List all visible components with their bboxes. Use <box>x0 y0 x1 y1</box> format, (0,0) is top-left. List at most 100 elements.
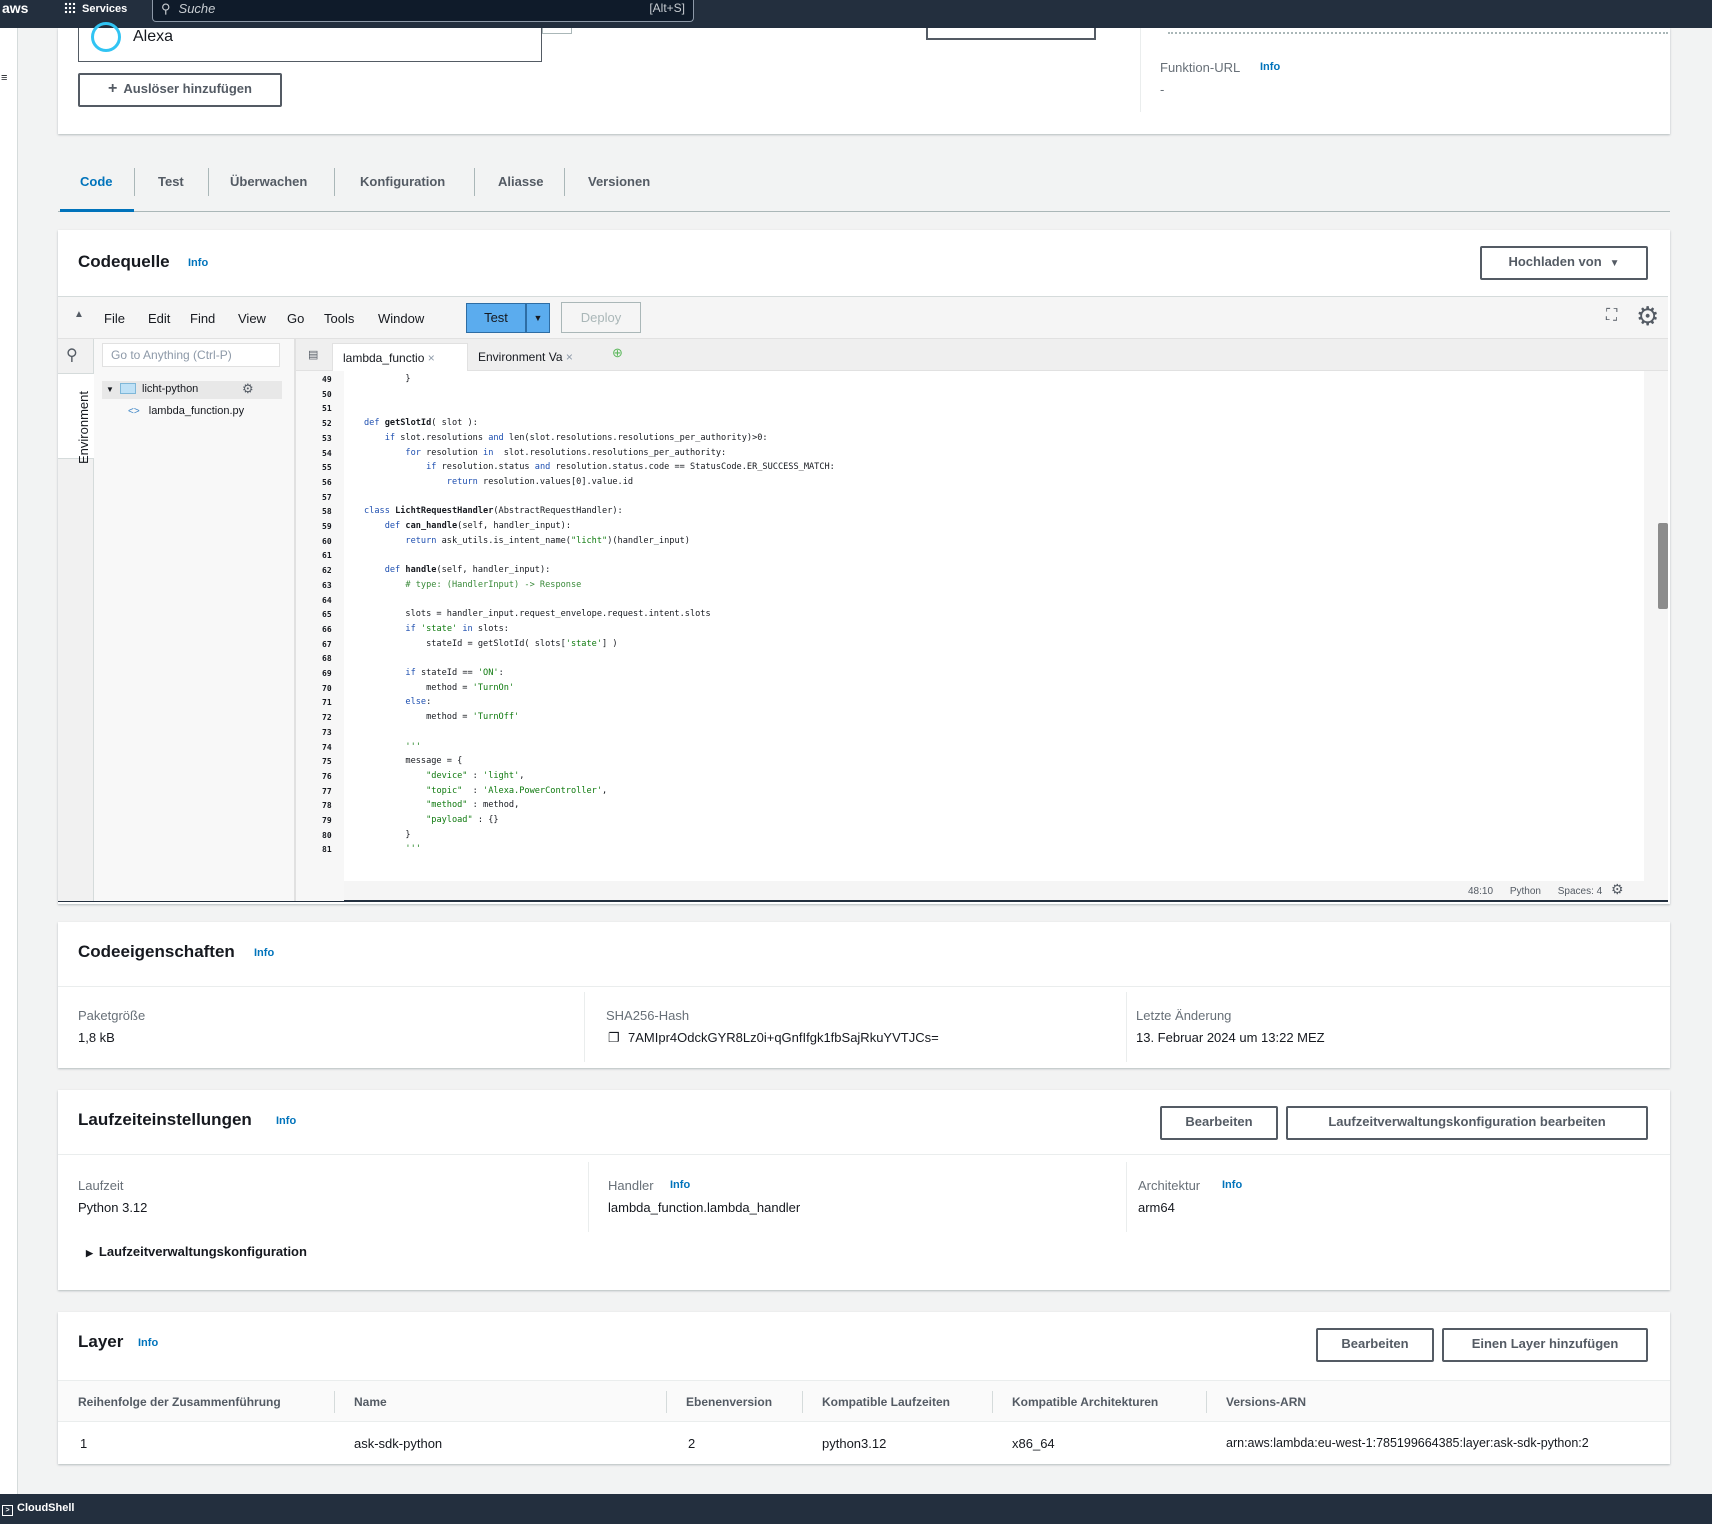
fullscreen-icon[interactable]: ⛶ <box>1606 307 1617 325</box>
search-input[interactable]: ⚲ Suche [Alt+S] <box>152 0 694 22</box>
test-button[interactable]: Test <box>466 303 526 333</box>
col-merge-order[interactable]: Reihenfolge der Zusammenführung <box>78 1395 281 1409</box>
col-compatible-architectures[interactable]: Kompatible Architekturen <box>1012 1395 1158 1409</box>
environment-side-strip: ⚲ Environment <box>58 339 94 901</box>
tab-aliases[interactable]: Aliasse <box>498 174 544 189</box>
copy-icon[interactable]: ❐ <box>608 1030 620 1046</box>
last-modified-value: 13. Februar 2024 um 13:22 MEZ <box>1136 1030 1325 1045</box>
function-url-value: - <box>1160 82 1165 97</box>
edit-layers-button[interactable]: Bearbeiten <box>1316 1328 1434 1362</box>
cell-version-arn[interactable]: arn:aws:lambda:eu-west-1:785199664385:la… <box>1226 1436 1589 1450</box>
expand-arrow-icon: ▼ <box>106 385 114 394</box>
line-number: 64 <box>322 595 332 605</box>
trigger-alexa[interactable]: Alexa <box>78 22 542 62</box>
line-number: 55 <box>322 463 332 473</box>
new-tab-icon[interactable]: ⊕ <box>612 345 623 361</box>
runtime-settings-info-link[interactable]: Info <box>276 1115 296 1127</box>
runtime-settings-title: Laufzeiteinstellungen <box>78 1110 252 1129</box>
menu-view[interactable]: View <box>238 311 266 326</box>
edit-runtime-management-button[interactable]: Laufzeitverwaltungskonfiguration bearbei… <box>1286 1106 1648 1140</box>
code-source-info-link[interactable]: Info <box>188 257 208 269</box>
tab-monitor[interactable]: Überwachen <box>230 174 307 189</box>
close-icon[interactable]: × <box>563 350 573 364</box>
handler-info-link[interactable]: Info <box>670 1179 690 1191</box>
aws-logo[interactable]: aws <box>2 0 28 16</box>
code-line: ''' <box>405 741 421 752</box>
language-mode[interactable]: Python <box>1510 886 1541 897</box>
code-line: "topic" : 'Alexa.PowerController', <box>426 785 608 796</box>
runtime-settings-card: Laufzeiteinstellungen Info Bearbeiten La… <box>58 1090 1670 1290</box>
collapse-icon[interactable]: ▲ <box>74 309 84 320</box>
search-shortcut: [Alt+S] <box>649 1 685 15</box>
add-trigger-button[interactable]: + Auslöser hinzufügen <box>78 73 282 107</box>
tab-configuration[interactable]: Konfiguration <box>360 174 445 189</box>
search-placeholder: Suche <box>178 1 216 16</box>
tab-divider <box>564 168 565 196</box>
deploy-button[interactable]: Deploy <box>561 302 641 333</box>
menu-go[interactable]: Go <box>287 311 304 326</box>
tab-list-icon[interactable]: ▤ <box>308 348 318 361</box>
line-number: 59 <box>322 522 332 531</box>
upload-from-button[interactable]: Hochladen von ▼ <box>1480 246 1648 280</box>
col-layer-version[interactable]: Ebenenversion <box>686 1395 772 1409</box>
col-divider <box>802 1391 803 1413</box>
gear-icon[interactable]: ⚙ <box>1611 881 1624 897</box>
function-url-info-link[interactable]: Info <box>1260 61 1280 73</box>
file-tree: Go to Anything (Ctrl-P) ▼ licht-python ⚙… <box>94 339 296 901</box>
line-number: 60 <box>322 536 332 546</box>
architecture-info-link[interactable]: Info <box>1222 1179 1242 1191</box>
go-to-anything-input[interactable]: Go to Anything (Ctrl-P) <box>102 343 280 367</box>
tab-test[interactable]: Test <box>158 174 184 189</box>
line-number: 51 <box>322 404 332 414</box>
menu-edit[interactable]: Edit <box>148 311 170 326</box>
layers-card: Layer Info Bearbeiten Einen Layer hinzuf… <box>58 1312 1670 1464</box>
edit-runtime-button[interactable]: Bearbeiten <box>1160 1106 1278 1140</box>
sha-label: SHA256-Hash <box>606 1008 690 1023</box>
editor-scrollbar[interactable] <box>1658 523 1668 609</box>
last-modified-label: Letzte Änderung <box>1136 1008 1232 1023</box>
caret-right-icon: ▶ <box>86 1248 93 1258</box>
menu-window[interactable]: Window <box>378 311 424 326</box>
environment-tab[interactable]: Environment <box>58 373 94 464</box>
code-line: method = 'TurnOn' <box>364 682 515 693</box>
cloudshell-button[interactable]: > CloudShell <box>2 1502 74 1516</box>
layers-info-link[interactable]: Info <box>138 1337 158 1349</box>
search-icon[interactable]: ⚲ <box>66 345 78 365</box>
function-overview-card: Alexa + Auslöser hinzufügen Funktion-URL … <box>58 22 1670 134</box>
line-number: 77 <box>322 786 332 796</box>
menu-file[interactable]: File <box>104 311 125 326</box>
menu-tools[interactable]: Tools <box>324 311 354 326</box>
col-compatible-runtimes[interactable]: Kompatible Laufzeiten <box>822 1395 950 1409</box>
add-layer-button[interactable]: Einen Layer hinzufügen <box>1442 1328 1648 1362</box>
top-nav-bar: aws Services ⚲ Suche [Alt+S] <box>0 0 1712 28</box>
test-dropdown-caret-icon[interactable]: ▼ <box>526 303 550 333</box>
runtime-management-expander[interactable]: ▶ Laufzeitverwaltungskonfiguration <box>86 1244 307 1259</box>
terminal-icon: > <box>2 1505 13 1516</box>
col-version-arn[interactable]: Versions-ARN <box>1226 1395 1306 1409</box>
tab-versions[interactable]: Versionen <box>588 174 650 189</box>
file-name: lambda_function.py <box>148 405 245 417</box>
folder-icon <box>119 383 136 394</box>
col-name[interactable]: Name <box>354 1395 387 1409</box>
tab-code[interactable]: Code <box>80 174 113 189</box>
tree-file[interactable]: <> lambda_function.py <box>128 405 244 417</box>
editor-tabs: ▤ lambda_functio × Environment Va × ⊕ <box>296 339 1668 371</box>
python-file-icon: <> <box>128 406 140 417</box>
code-line: if 'state' in slots: <box>405 623 509 634</box>
ide-menu-bar: ▲ File Edit Find View Go Tools Window Te… <box>58 297 1668 339</box>
indent-setting[interactable]: Spaces: 4 <box>1558 886 1602 897</box>
menu-icon[interactable]: ≡ <box>1 72 7 84</box>
editor-tab-lambda-function[interactable]: lambda_functio × <box>332 343 468 371</box>
gear-icon[interactable]: ⚙ <box>1636 301 1659 332</box>
code-line: "payload" : {} <box>426 815 499 825</box>
line-number: 72 <box>322 713 332 723</box>
editor-tab-environment-vars[interactable]: Environment Va × <box>468 343 598 371</box>
folder-settings-icon[interactable]: ⚙ <box>242 381 254 397</box>
code-line: # type: (HandlerInput) -> Response <box>405 579 582 590</box>
tree-folder[interactable]: ▼ licht-python ⚙ <box>102 381 282 399</box>
line-number: 79 <box>322 816 332 825</box>
close-icon[interactable]: × <box>424 351 435 365</box>
code-properties-info-link[interactable]: Info <box>254 947 274 959</box>
menu-find[interactable]: Find <box>190 311 215 326</box>
services-menu[interactable]: Services <box>64 2 127 15</box>
